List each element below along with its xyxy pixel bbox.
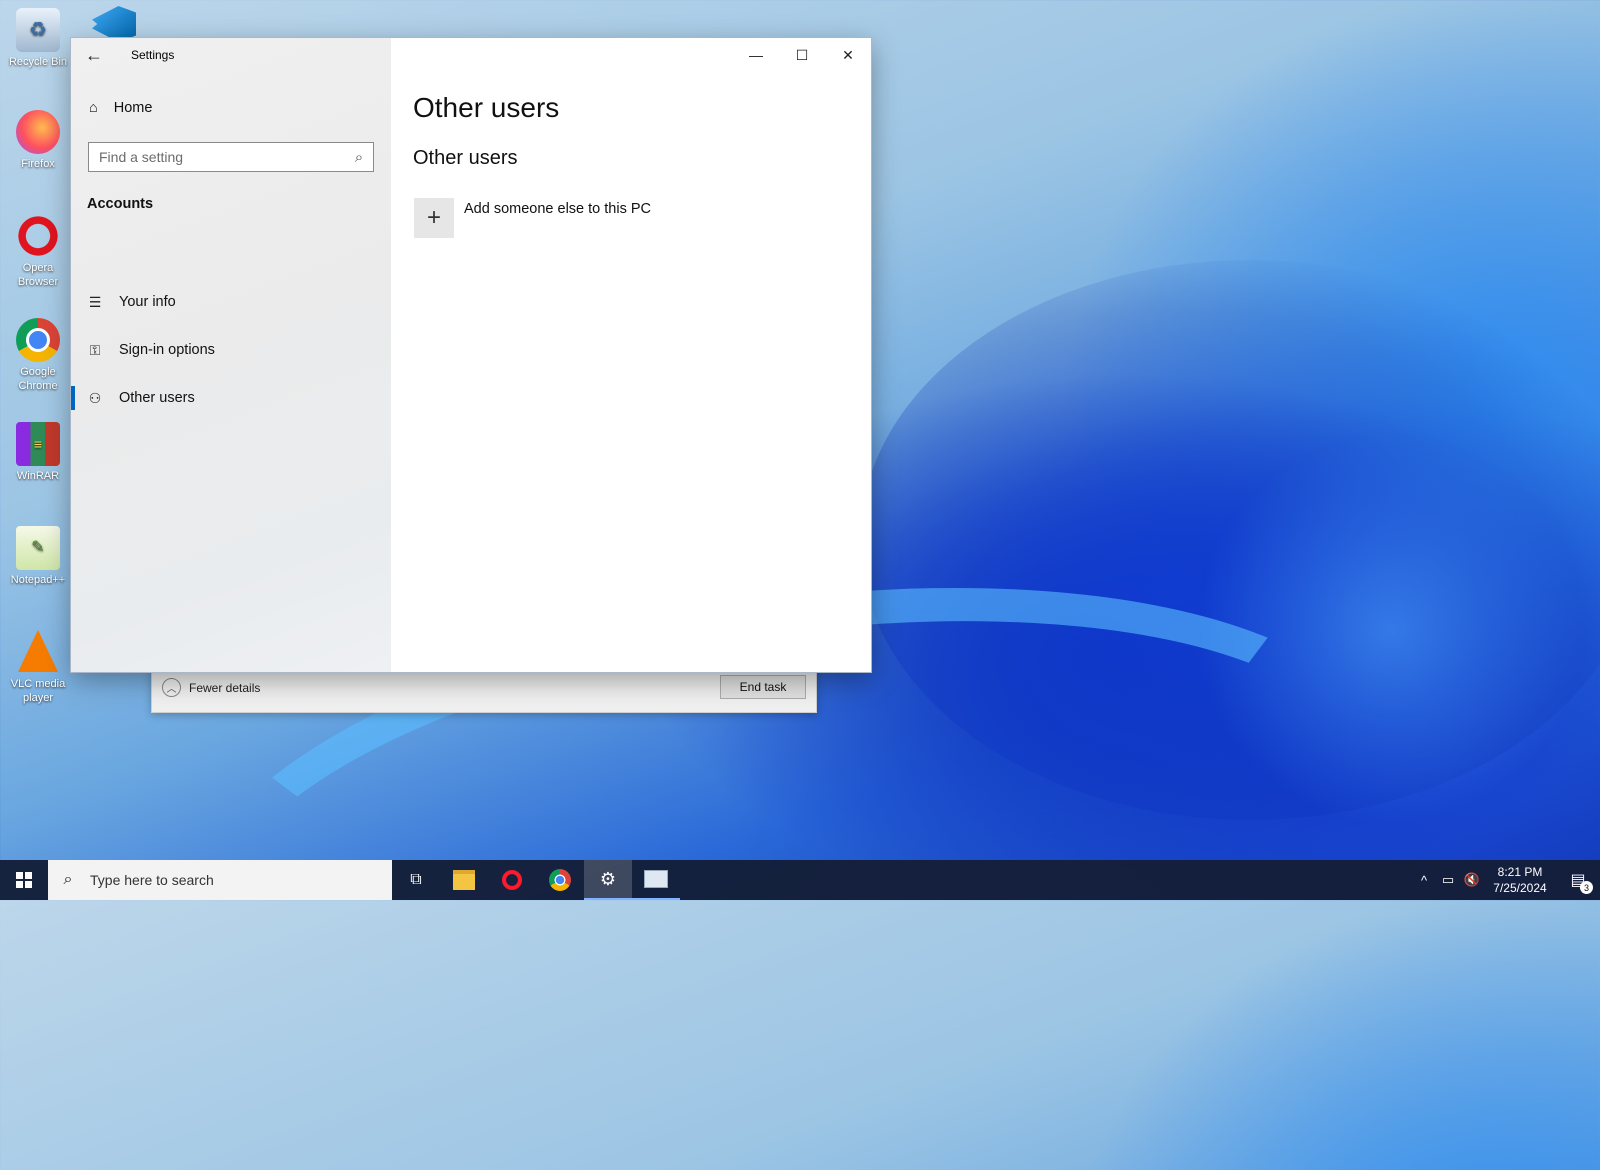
close-icon: ✕ [842, 46, 854, 63]
nav-item-other-users[interactable]: ⚇ Other users [71, 378, 391, 418]
task-manager-window: ︿ Fewer details End task [151, 665, 817, 713]
minimize-button[interactable]: — [733, 38, 779, 72]
taskbar: ⌕ ⧉ ⚙ ^ ▭ 🔇 8:21 PM 7/25/2024 ▤ 3 [0, 860, 1600, 900]
taskbar-opera[interactable] [488, 860, 536, 900]
desktop-icon-chrome[interactable]: Google Chrome [4, 318, 72, 393]
wallpaper-glow [1180, 420, 1600, 840]
desktop-icon-winrar[interactable]: ≡ WinRAR [4, 422, 72, 483]
folder-icon [453, 870, 475, 890]
add-person-icon: ⚇ [88, 389, 102, 406]
person-card-icon: ☰ [88, 293, 102, 310]
network-icon[interactable]: ▭ [1436, 872, 1460, 888]
desktop-icon-notepadpp[interactable]: ✎ Notepad++ [4, 526, 72, 587]
fewer-details-label: Fewer details [189, 680, 261, 695]
desktop-icon-label: Notepad++ [10, 574, 66, 586]
close-button[interactable]: ✕ [825, 38, 871, 72]
taskbar-file-explorer[interactable] [440, 860, 488, 900]
start-button[interactable] [0, 860, 48, 900]
taskbar-chrome[interactable] [536, 860, 584, 900]
desktop-icon-label: VLC media player [10, 678, 66, 704]
chrome-icon [549, 869, 571, 891]
find-setting-input[interactable] [89, 148, 345, 166]
vscode-icon[interactable] [92, 6, 136, 42]
desktop-icon-label: Recycle Bin [8, 56, 68, 68]
opera-icon [501, 869, 523, 891]
fewer-details-button[interactable]: ︿ Fewer details [162, 678, 260, 697]
end-task-button[interactable]: End task [720, 675, 806, 699]
volume-muted-icon[interactable]: 🔇 [1460, 872, 1484, 888]
nav-item-label: Sign-in options [119, 342, 215, 358]
gear-icon: ⚙ [599, 868, 617, 889]
desktop-icon-firefox[interactable]: Firefox [4, 110, 72, 171]
back-button[interactable]: ← [71, 38, 117, 72]
chevron-up-icon: ︿ [162, 678, 181, 697]
desktop-icon-label: WinRAR [16, 470, 60, 482]
notification-badge: 3 [1580, 881, 1593, 894]
title-bar[interactable]: ← Settings [71, 38, 391, 72]
taskbar-search-box[interactable]: ⌕ [48, 860, 392, 900]
clock-time: 8:21 PM [1497, 865, 1543, 879]
system-tray: ^ ▭ 🔇 8:21 PM 7/25/2024 ▤ 3 [1412, 860, 1600, 900]
minimize-icon: — [749, 47, 763, 63]
task-manager-icon [644, 870, 668, 888]
maximize-button[interactable]: ☐ [779, 38, 825, 72]
back-arrow-icon: ← [85, 44, 103, 65]
nav-item-label: Other users [119, 390, 195, 406]
page-title: Other users [413, 92, 560, 123]
settings-window: ← Settings ⌂ Home ⌕ Accounts ☰ Your info… [71, 38, 871, 672]
task-view-icon: ⧉ [410, 871, 422, 888]
chrome-icon [16, 318, 60, 362]
windows-logo-icon [16, 872, 32, 888]
plus-icon: + [414, 198, 454, 238]
firefox-icon [16, 110, 60, 154]
desktop-icon-label: Google Chrome [18, 366, 58, 392]
nav-item-your-info[interactable]: ☰ Your info [71, 282, 391, 322]
desktop-icon-opera[interactable]: Opera Browser [4, 214, 72, 289]
winrar-icon: ≡ [16, 422, 60, 466]
recycle-bin-icon: ♻ [16, 8, 60, 52]
taskbar-search-input[interactable] [88, 871, 392, 889]
action-center-button[interactable]: ▤ 3 [1556, 860, 1600, 900]
add-someone-button[interactable]: + Add someone else to this PC [414, 198, 651, 238]
desktop-icon-label: Firefox [21, 158, 55, 170]
opera-icon [16, 214, 60, 258]
nav-item-label: Your info [119, 294, 176, 310]
taskbar-settings[interactable]: ⚙ [584, 860, 632, 900]
settings-nav-pane: ← Settings ⌂ Home ⌕ Accounts ☰ Your info… [71, 38, 391, 672]
nav-item-sign-in-options[interactable]: ⚿ Sign-in options [71, 330, 391, 370]
wallpaper-bloom [860, 260, 1600, 820]
key-icon: ⚿ [89, 341, 101, 358]
maximize-icon: ☐ [795, 46, 809, 63]
clock-date: 7/25/2024 [1493, 881, 1547, 895]
taskbar-task-manager[interactable] [632, 860, 680, 900]
desktop-icon-vlc[interactable]: VLC media player [4, 630, 72, 705]
search-icon: ⌕ [63, 871, 73, 888]
desktop-icon-recycle-bin[interactable]: ♻ Recycle Bin [4, 8, 72, 69]
search-icon[interactable]: ⌕ [345, 149, 373, 166]
find-setting-box[interactable]: ⌕ [88, 142, 374, 172]
nav-section-title: Accounts [87, 196, 154, 212]
task-view-button[interactable]: ⧉ [392, 860, 440, 900]
clock[interactable]: 8:21 PM 7/25/2024 [1484, 864, 1556, 896]
add-someone-label: Add someone else to this PC [464, 201, 651, 217]
window-title: Settings [131, 48, 175, 62]
nav-home[interactable]: ⌂ Home [89, 100, 152, 116]
section-title: Other users [413, 147, 518, 169]
home-icon: ⌂ [89, 100, 98, 116]
settings-content: — ☐ ✕ Other users Other users + Add some… [391, 38, 871, 672]
chevron-up-icon[interactable]: ^ [1412, 873, 1436, 888]
vlc-icon [18, 630, 58, 672]
desktop-icon-label: Opera Browser [17, 262, 59, 288]
nav-home-label: Home [113, 100, 153, 116]
notepadpp-icon: ✎ [16, 526, 60, 570]
